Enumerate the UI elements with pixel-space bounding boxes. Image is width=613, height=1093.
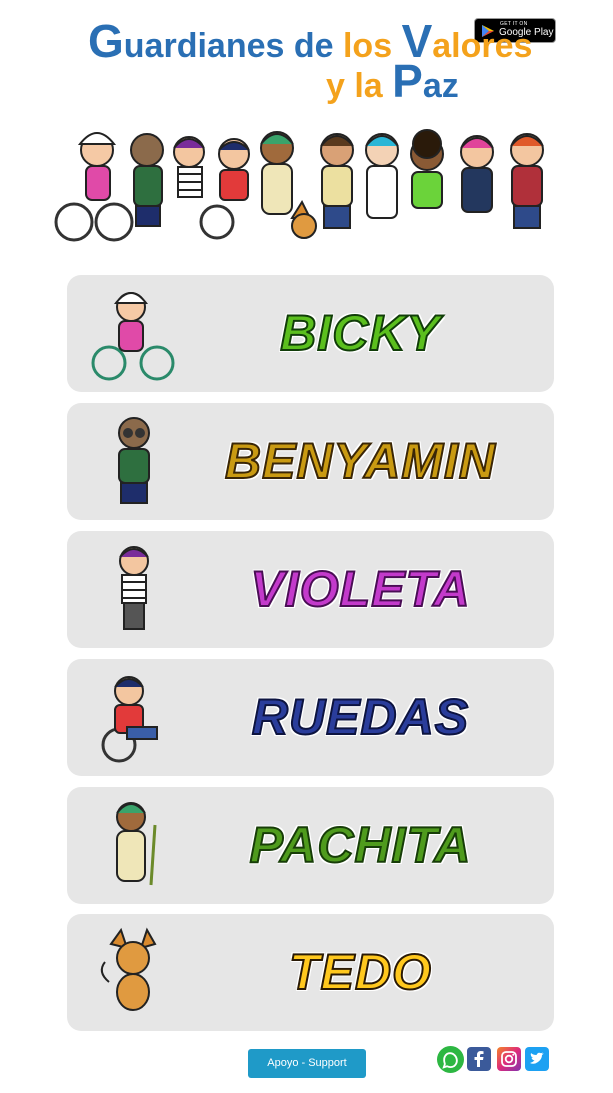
pachita-character-icon	[116, 802, 157, 886]
group-character-11	[510, 133, 544, 229]
group-pachita	[260, 131, 294, 215]
group-violeta	[173, 136, 205, 198]
tedo-character-icon	[100, 927, 157, 1011]
character-card-pachita[interactable]: PACHITA	[67, 787, 554, 904]
character-card-benyamin[interactable]: BENYAMIN	[67, 403, 554, 520]
support-button[interactable]: Apoyo - Support	[248, 1049, 366, 1078]
character-name: BICKY	[279, 304, 441, 362]
group-tedo	[290, 199, 317, 239]
character-name: PACHITA	[249, 816, 472, 874]
group-benyamin	[130, 133, 164, 227]
title-letter: G	[88, 15, 124, 67]
character-name: VIOLETA	[250, 560, 471, 618]
character-name: RUEDAS	[251, 688, 470, 746]
title-word: y	[326, 67, 355, 105]
group-bicky	[54, 132, 134, 242]
character-name: BENYAMIN	[224, 432, 496, 490]
group-character-7	[320, 133, 354, 229]
title-word: az	[422, 67, 459, 105]
character-card-tedo[interactable]: TEDO	[67, 914, 554, 1031]
group-ruedas	[199, 138, 250, 240]
characters-group-illustration	[54, 129, 544, 242]
violeta-character-icon	[119, 546, 149, 630]
title-word: uardianes	[123, 27, 285, 65]
ruedas-character-icon	[101, 676, 158, 763]
whatsapp-icon[interactable]	[437, 1046, 464, 1073]
app-title: Guardianes de los Valores y la Paz	[88, 18, 533, 105]
title-word: la	[354, 67, 393, 105]
character-name: TEDO	[288, 943, 432, 1001]
group-character-9	[410, 129, 444, 209]
group-character-10	[460, 135, 494, 213]
title-letter: P	[392, 55, 423, 107]
benyamin-character-icon	[118, 417, 150, 504]
character-card-bicky[interactable]: BICKY	[67, 275, 554, 392]
facebook-icon[interactable]	[467, 1047, 491, 1071]
group-character-8	[365, 133, 399, 219]
twitter-icon[interactable]	[525, 1047, 549, 1071]
bicky-character-icon	[91, 292, 175, 381]
title-word: alores	[432, 27, 533, 65]
title-word: de	[284, 27, 343, 65]
character-card-ruedas[interactable]: RUEDAS	[67, 659, 554, 776]
character-card-violeta[interactable]: VIOLETA	[67, 531, 554, 648]
instagram-icon[interactable]	[497, 1047, 521, 1071]
